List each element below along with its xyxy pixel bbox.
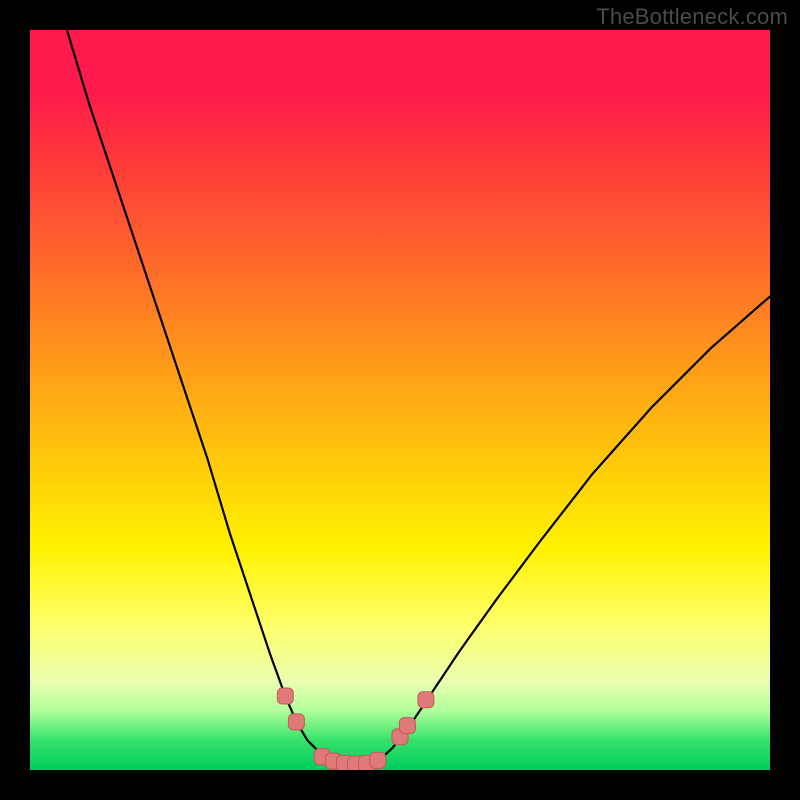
plot-area bbox=[30, 30, 770, 770]
highlight-marker bbox=[277, 688, 293, 704]
bottleneck-curve bbox=[67, 30, 770, 764]
chart-frame: TheBottleneck.com bbox=[0, 0, 800, 800]
highlight-marker bbox=[399, 718, 415, 734]
highlight-marker bbox=[370, 752, 386, 768]
watermark-text: TheBottleneck.com bbox=[596, 4, 788, 30]
chart-svg bbox=[30, 30, 770, 770]
highlight-marker bbox=[418, 692, 434, 708]
highlight-marker bbox=[288, 714, 304, 730]
